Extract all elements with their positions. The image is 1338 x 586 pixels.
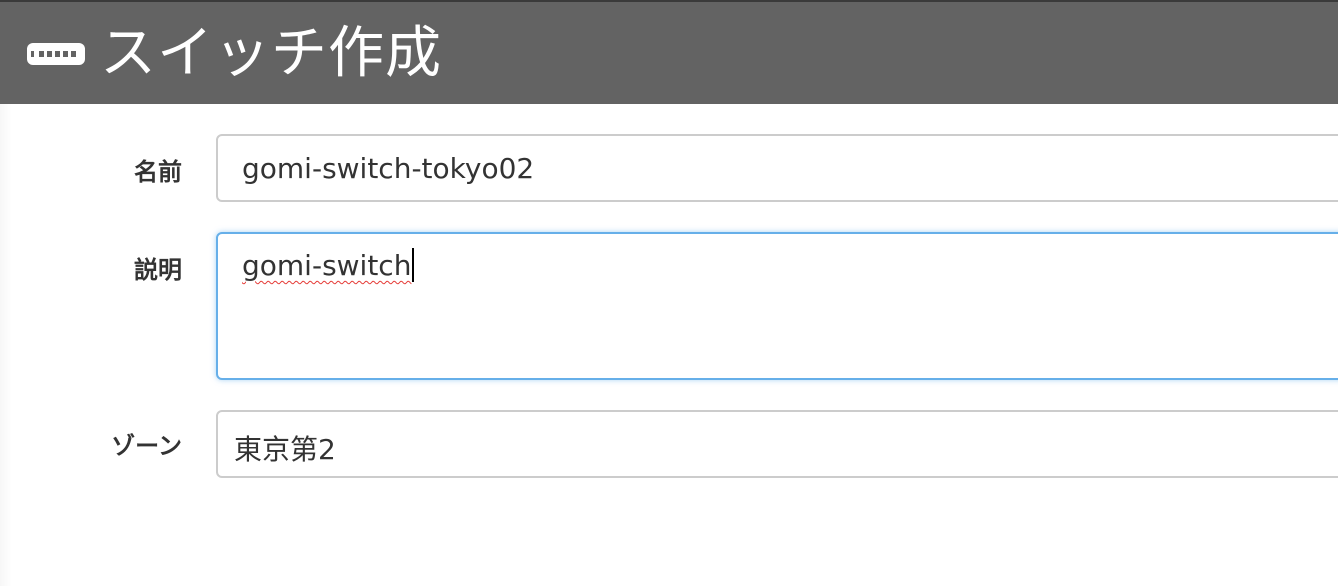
switch-create-form: 名前 gomi-switch-tokyo02 説明 gomi-switch ゾー… (0, 104, 1338, 586)
zone-select-value: 東京第2 (234, 433, 336, 466)
switch-icon (27, 43, 85, 65)
text-caret (412, 248, 415, 282)
name-input[interactable]: gomi-switch-tokyo02 (216, 134, 1338, 202)
page-title: スイッチ作成 (100, 21, 442, 86)
name-label: 名前 (134, 158, 182, 186)
zone-label: ゾーン (111, 432, 182, 460)
name-input-value: gomi-switch-tokyo02 (242, 152, 535, 185)
zone-select[interactable]: 東京第2 (216, 410, 1338, 478)
description-label: 説明 (134, 256, 182, 284)
page-header: スイッチ作成 (0, 0, 1338, 104)
description-textarea-value: gomi-switch (242, 249, 412, 282)
description-textarea[interactable]: gomi-switch (216, 232, 1338, 380)
